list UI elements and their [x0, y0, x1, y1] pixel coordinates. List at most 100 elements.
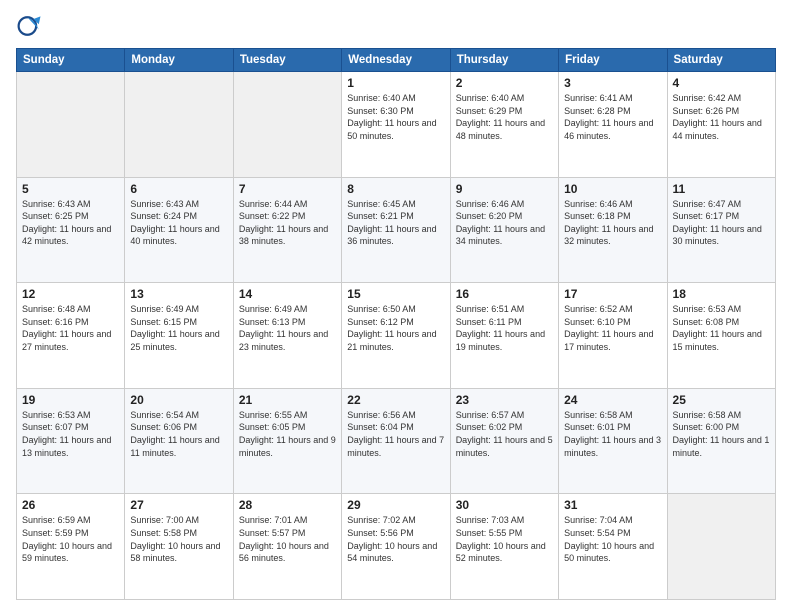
calendar-day-cell: 16 Sunrise: 6:51 AM Sunset: 6:11 PM Dayli…: [450, 283, 558, 389]
day-info: Sunrise: 6:43 AM Sunset: 6:25 PM Dayligh…: [22, 198, 119, 248]
day-number: 11: [673, 182, 770, 196]
weekday-header: Wednesday: [342, 49, 450, 72]
day-number: 31: [564, 498, 661, 512]
day-number: 29: [347, 498, 444, 512]
calendar-day-cell: [233, 72, 341, 178]
day-number: 18: [673, 287, 770, 301]
day-number: 2: [456, 76, 553, 90]
day-number: 15: [347, 287, 444, 301]
day-number: 23: [456, 393, 553, 407]
calendar-day-cell: 1 Sunrise: 6:40 AM Sunset: 6:30 PM Daylig…: [342, 72, 450, 178]
day-info: Sunrise: 6:55 AM Sunset: 6:05 PM Dayligh…: [239, 409, 336, 459]
calendar-week-row: 26 Sunrise: 6:59 AM Sunset: 5:59 PM Dayli…: [17, 494, 776, 600]
header: [16, 12, 776, 40]
calendar-week-row: 19 Sunrise: 6:53 AM Sunset: 6:07 PM Dayli…: [17, 388, 776, 494]
day-number: 28: [239, 498, 336, 512]
calendar-day-cell: [17, 72, 125, 178]
weekday-header: Friday: [559, 49, 667, 72]
day-info: Sunrise: 6:59 AM Sunset: 5:59 PM Dayligh…: [22, 514, 119, 564]
day-number: 30: [456, 498, 553, 512]
calendar-day-cell: 31 Sunrise: 7:04 AM Sunset: 5:54 PM Dayli…: [559, 494, 667, 600]
day-info: Sunrise: 6:54 AM Sunset: 6:06 PM Dayligh…: [130, 409, 227, 459]
day-info: Sunrise: 6:44 AM Sunset: 6:22 PM Dayligh…: [239, 198, 336, 248]
day-number: 26: [22, 498, 119, 512]
calendar-day-cell: 12Sunrise: 6:48 AM Sunset: 6:16 PM Dayli…: [17, 283, 125, 389]
day-number: 19: [22, 393, 119, 407]
day-number: 20: [130, 393, 227, 407]
day-info: Sunrise: 6:58 AM Sunset: 6:01 PM Dayligh…: [564, 409, 661, 459]
calendar-day-cell: 15 Sunrise: 6:50 AM Sunset: 6:12 PM Dayli…: [342, 283, 450, 389]
day-number: 10: [564, 182, 661, 196]
day-info: Sunrise: 6:49 AM Sunset: 6:15 PM Dayligh…: [130, 303, 227, 353]
day-info: Sunrise: 6:40 AM Sunset: 6:30 PM Dayligh…: [347, 92, 444, 142]
logo-icon: [16, 12, 44, 40]
day-info: Sunrise: 6:52 AM Sunset: 6:10 PM Dayligh…: [564, 303, 661, 353]
calendar-day-cell: 23 Sunrise: 6:57 AM Sunset: 6:02 PM Dayli…: [450, 388, 558, 494]
logo: [16, 12, 48, 40]
day-number: 27: [130, 498, 227, 512]
day-number: 17: [564, 287, 661, 301]
calendar-day-cell: 20 Sunrise: 6:54 AM Sunset: 6:06 PM Dayli…: [125, 388, 233, 494]
calendar-week-row: 12Sunrise: 6:48 AM Sunset: 6:16 PM Dayli…: [17, 283, 776, 389]
day-number: 8: [347, 182, 444, 196]
day-number: 25: [673, 393, 770, 407]
calendar-day-cell: 29 Sunrise: 7:02 AM Sunset: 5:56 PM Dayli…: [342, 494, 450, 600]
day-info: Sunrise: 6:47 AM Sunset: 6:17 PM Dayligh…: [673, 198, 770, 248]
day-info: Sunrise: 6:48 AM Sunset: 6:16 PM Dayligh…: [22, 303, 119, 353]
day-info: Sunrise: 7:02 AM Sunset: 5:56 PM Dayligh…: [347, 514, 444, 564]
calendar-day-cell: [667, 494, 775, 600]
day-number: 1: [347, 76, 444, 90]
day-number: 16: [456, 287, 553, 301]
calendar-day-cell: 17 Sunrise: 6:52 AM Sunset: 6:10 PM Dayli…: [559, 283, 667, 389]
day-number: 24: [564, 393, 661, 407]
calendar-day-cell: 14 Sunrise: 6:49 AM Sunset: 6:13 PM Dayli…: [233, 283, 341, 389]
day-number: 22: [347, 393, 444, 407]
calendar-day-cell: 8 Sunrise: 6:45 AM Sunset: 6:21 PM Daylig…: [342, 177, 450, 283]
calendar-day-cell: [125, 72, 233, 178]
calendar-day-cell: 24 Sunrise: 6:58 AM Sunset: 6:01 PM Dayli…: [559, 388, 667, 494]
day-info: Sunrise: 7:03 AM Sunset: 5:55 PM Dayligh…: [456, 514, 553, 564]
calendar-day-cell: 22 Sunrise: 6:56 AM Sunset: 6:04 PM Dayli…: [342, 388, 450, 494]
weekday-header: Saturday: [667, 49, 775, 72]
calendar-day-cell: 4Sunrise: 6:42 AM Sunset: 6:26 PM Daylig…: [667, 72, 775, 178]
day-info: Sunrise: 7:01 AM Sunset: 5:57 PM Dayligh…: [239, 514, 336, 564]
day-info: Sunrise: 6:46 AM Sunset: 6:20 PM Dayligh…: [456, 198, 553, 248]
weekday-header: Thursday: [450, 49, 558, 72]
day-info: Sunrise: 6:43 AM Sunset: 6:24 PM Dayligh…: [130, 198, 227, 248]
day-number: 13: [130, 287, 227, 301]
calendar-day-cell: 18Sunrise: 6:53 AM Sunset: 6:08 PM Dayli…: [667, 283, 775, 389]
calendar-day-cell: 25 Sunrise: 6:58 AM Sunset: 6:00 PM Dayli…: [667, 388, 775, 494]
day-info: Sunrise: 7:04 AM Sunset: 5:54 PM Dayligh…: [564, 514, 661, 564]
day-info: Sunrise: 6:56 AM Sunset: 6:04 PM Dayligh…: [347, 409, 444, 459]
calendar-day-cell: 13 Sunrise: 6:49 AM Sunset: 6:15 PM Dayli…: [125, 283, 233, 389]
calendar-week-row: 1 Sunrise: 6:40 AM Sunset: 6:30 PM Daylig…: [17, 72, 776, 178]
day-info: Sunrise: 6:42 AM Sunset: 6:26 PM Dayligh…: [673, 92, 770, 142]
day-info: Sunrise: 6:41 AM Sunset: 6:28 PM Dayligh…: [564, 92, 661, 142]
day-info: Sunrise: 6:49 AM Sunset: 6:13 PM Dayligh…: [239, 303, 336, 353]
day-number: 9: [456, 182, 553, 196]
calendar-page: SundayMondayTuesdayWednesdayThursdayFrid…: [0, 0, 792, 612]
weekday-header: Monday: [125, 49, 233, 72]
day-info: Sunrise: 6:45 AM Sunset: 6:21 PM Dayligh…: [347, 198, 444, 248]
day-info: Sunrise: 6:58 AM Sunset: 6:00 PM Dayligh…: [673, 409, 770, 459]
day-info: Sunrise: 6:51 AM Sunset: 6:11 PM Dayligh…: [456, 303, 553, 353]
day-number: 5: [22, 182, 119, 196]
day-info: Sunrise: 7:00 AM Sunset: 5:58 PM Dayligh…: [130, 514, 227, 564]
day-info: Sunrise: 6:57 AM Sunset: 6:02 PM Dayligh…: [456, 409, 553, 459]
calendar-day-cell: 26 Sunrise: 6:59 AM Sunset: 5:59 PM Dayli…: [17, 494, 125, 600]
day-info: Sunrise: 6:53 AM Sunset: 6:07 PM Dayligh…: [22, 409, 119, 459]
calendar-day-cell: 11 Sunrise: 6:47 AM Sunset: 6:17 PM Dayli…: [667, 177, 775, 283]
calendar-day-cell: 19 Sunrise: 6:53 AM Sunset: 6:07 PM Dayli…: [17, 388, 125, 494]
calendar-day-cell: 28 Sunrise: 7:01 AM Sunset: 5:57 PM Dayli…: [233, 494, 341, 600]
day-number: 14: [239, 287, 336, 301]
calendar-day-cell: 6 Sunrise: 6:43 AM Sunset: 6:24 PM Daylig…: [125, 177, 233, 283]
day-info: Sunrise: 6:46 AM Sunset: 6:18 PM Dayligh…: [564, 198, 661, 248]
day-number: 21: [239, 393, 336, 407]
calendar-day-cell: 10 Sunrise: 6:46 AM Sunset: 6:18 PM Dayli…: [559, 177, 667, 283]
calendar-week-row: 5 Sunrise: 6:43 AM Sunset: 6:25 PM Daylig…: [17, 177, 776, 283]
day-info: Sunrise: 6:50 AM Sunset: 6:12 PM Dayligh…: [347, 303, 444, 353]
day-number: 3: [564, 76, 661, 90]
day-number: 6: [130, 182, 227, 196]
calendar-day-cell: 30 Sunrise: 7:03 AM Sunset: 5:55 PM Dayli…: [450, 494, 558, 600]
calendar-day-cell: 21 Sunrise: 6:55 AM Sunset: 6:05 PM Dayli…: [233, 388, 341, 494]
